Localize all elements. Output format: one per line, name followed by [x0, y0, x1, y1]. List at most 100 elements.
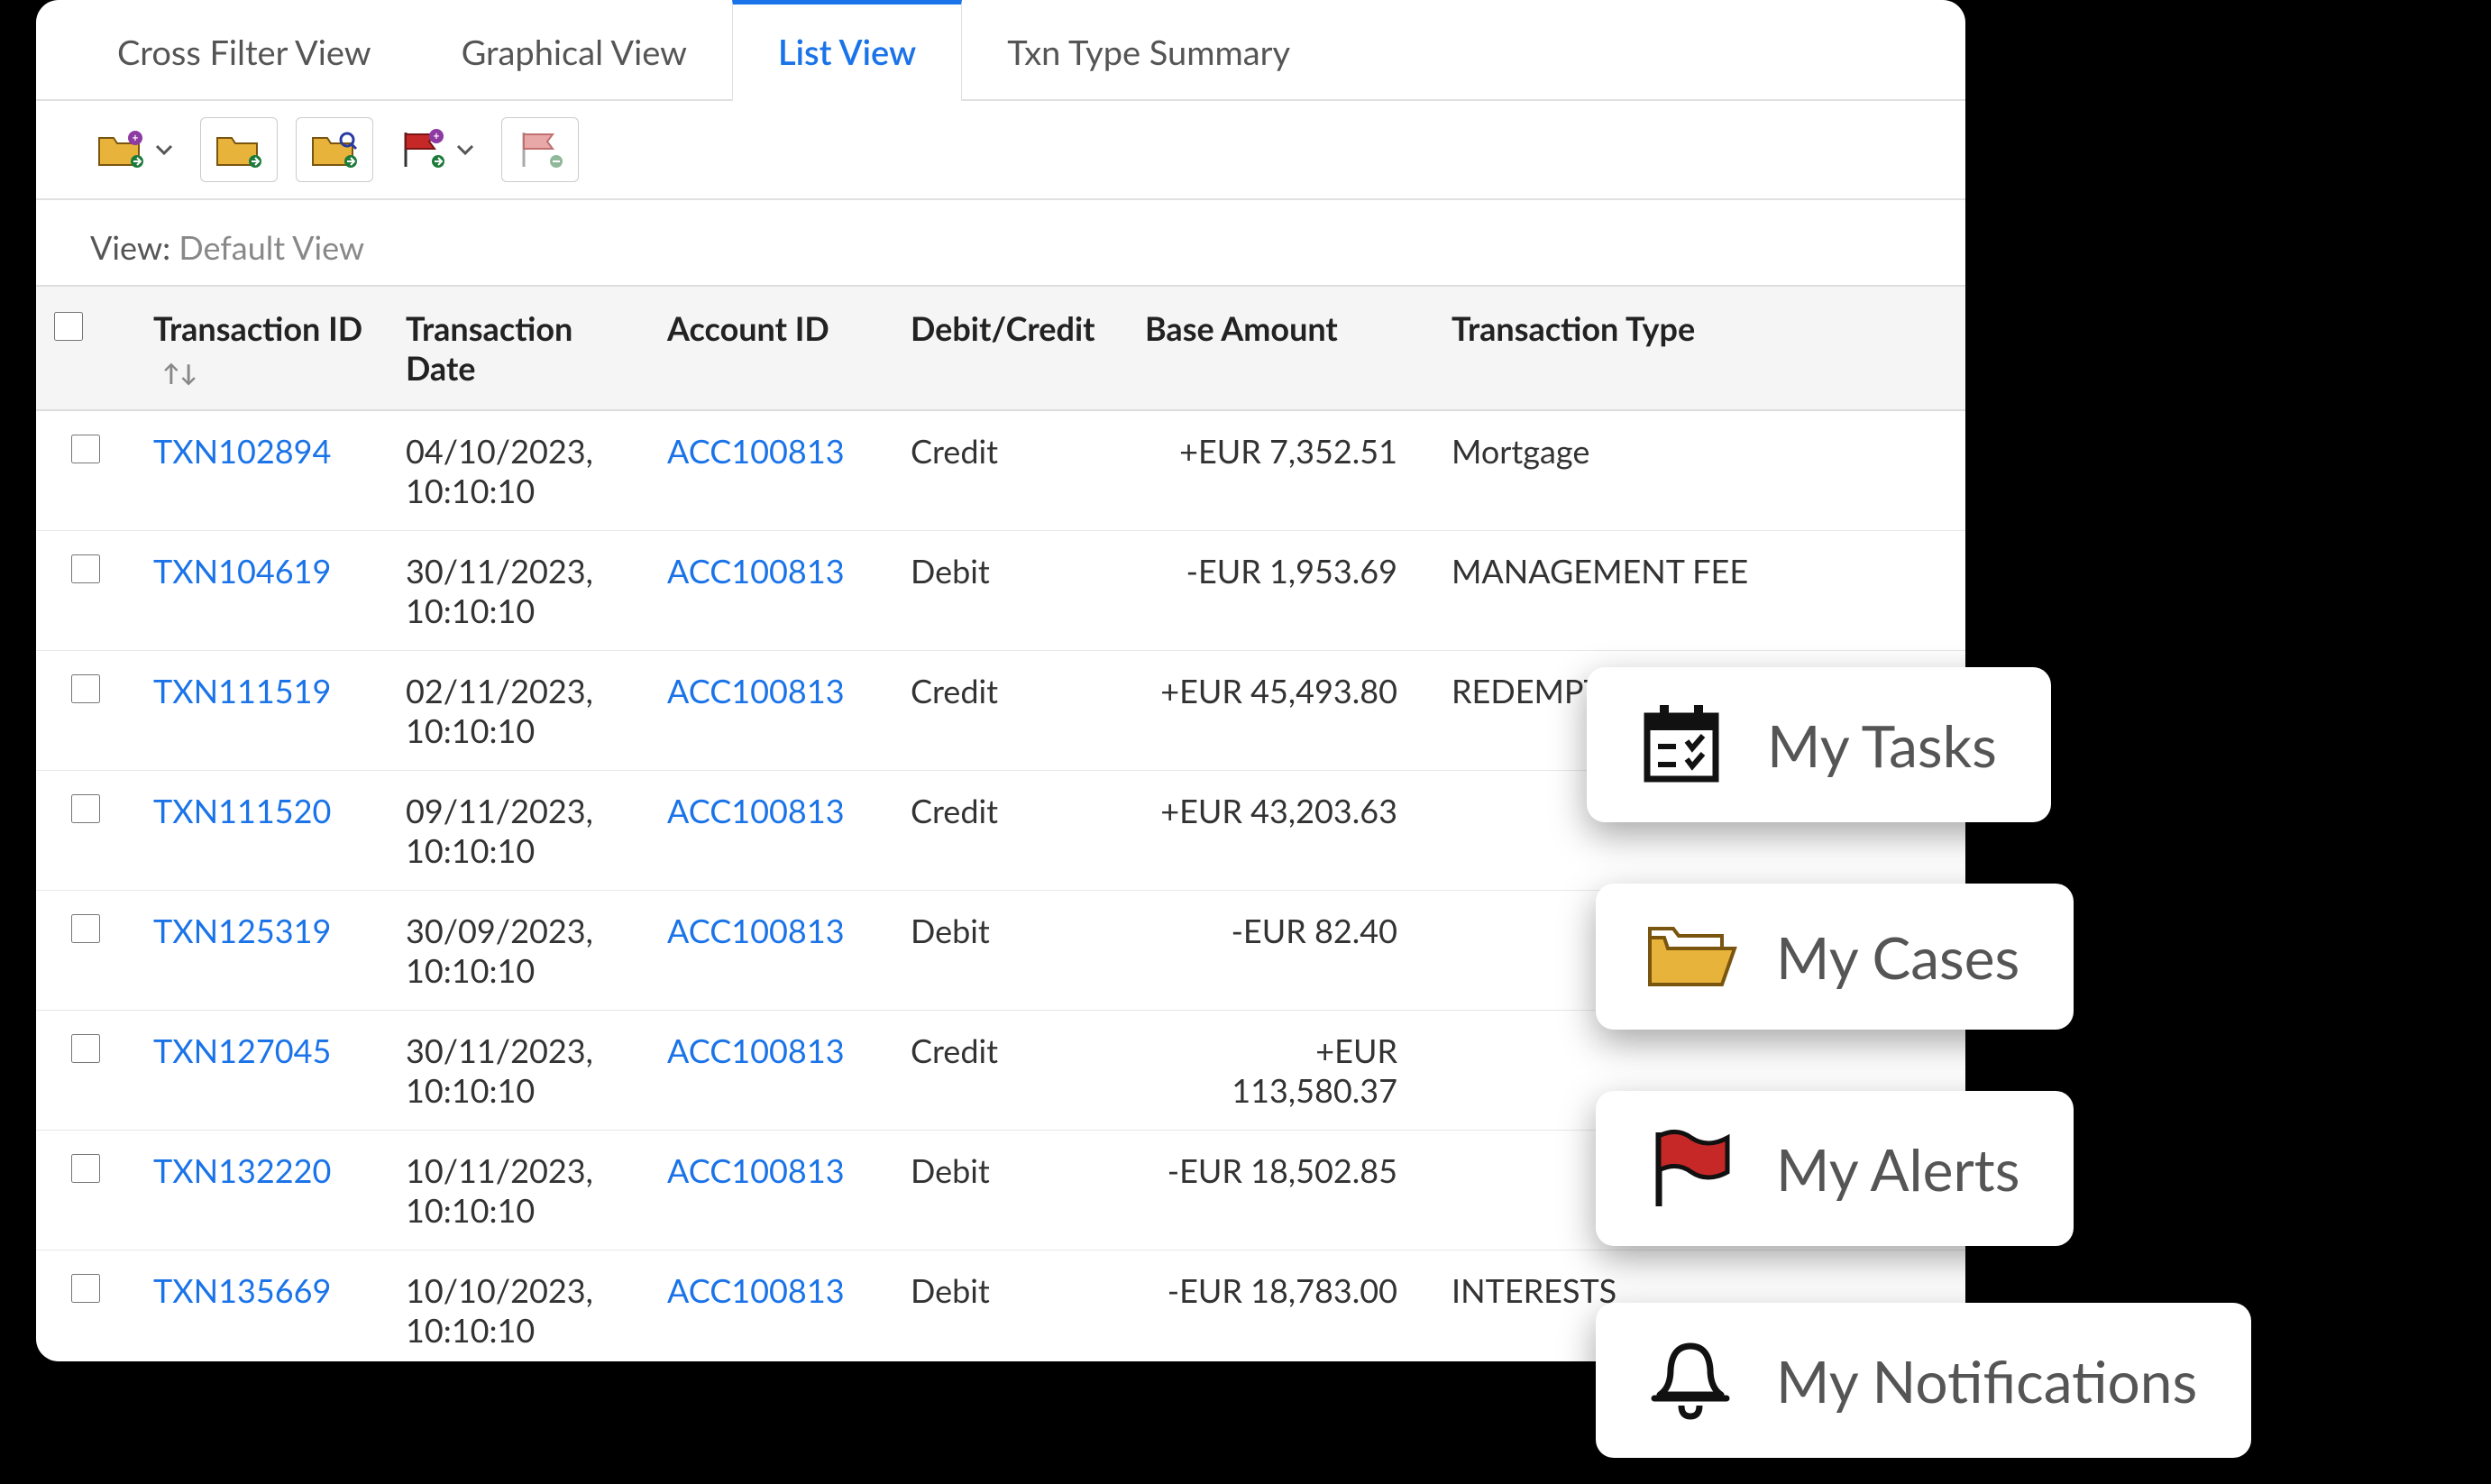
cell-account-id: ACC100813 [649, 891, 893, 1011]
cell-transaction-date: 04/10/2023, 10:10:10 [388, 410, 649, 531]
account-id-link[interactable]: ACC100813 [667, 551, 845, 591]
col-header-label: Transaction ID [153, 308, 362, 348]
tab-graphical-view[interactable]: Graphical View [417, 0, 732, 99]
transaction-id-link[interactable]: TXN125319 [153, 911, 331, 950]
cell-debit-credit: Debit [893, 1250, 1127, 1362]
col-header-transaction-id[interactable]: Transaction ID ↑↓ [135, 286, 388, 410]
card-my-cases[interactable]: My Cases [1596, 884, 2074, 1030]
tab-bar: Cross Filter View Graphical View List Vi… [36, 0, 1965, 101]
cell-debit-credit: Debit [893, 531, 1127, 651]
row-select-checkbox[interactable] [71, 435, 100, 463]
transaction-id-link[interactable]: TXN104619 [153, 551, 331, 591]
row-select-checkbox[interactable] [71, 1034, 100, 1063]
col-header-transaction-date[interactable]: Transaction Date [388, 286, 649, 410]
table-row: TXN10289404/10/2023, 10:10:10ACC100813Cr… [36, 410, 1965, 531]
cell-account-id: ACC100813 [649, 1011, 893, 1131]
row-select-checkbox[interactable] [71, 794, 100, 823]
col-header-debit-credit[interactable]: Debit/Credit [893, 286, 1127, 410]
cell-transaction-date: 30/09/2023, 10:10:10 [388, 891, 649, 1011]
row-select-checkbox[interactable] [71, 674, 100, 703]
card-label: My Tasks [1767, 710, 1997, 780]
tab-cross-filter-view[interactable]: Cross Filter View [72, 0, 417, 99]
card-my-tasks[interactable]: My Tasks [1587, 667, 2051, 822]
transaction-id-link[interactable]: TXN127045 [153, 1031, 331, 1070]
row-select-checkbox[interactable] [71, 1274, 100, 1303]
table-row: TXN104619 30/11/2023, 10:10:10 ACC100813 De… [36, 531, 1965, 651]
select-all-checkbox[interactable] [54, 312, 83, 341]
cell-transaction-id: TXN127045 [135, 1011, 388, 1131]
cell-account-id: ACC100813 [649, 1250, 893, 1362]
svg-text:+: + [133, 131, 139, 144]
cell-account-id: ACC100813 [649, 651, 893, 771]
account-id-link[interactable]: ACC100813 [667, 1270, 845, 1310]
cell-transaction-type: MANAGEMENT FEE [1433, 531, 1965, 651]
toolbar-flag-plus-button[interactable]: + [391, 117, 483, 182]
cell-account-id: ACC100813 [649, 771, 893, 891]
row-select-cell [36, 1011, 135, 1131]
folder-arrow-icon [215, 131, 262, 169]
flag-icon [1641, 1123, 1740, 1214]
folder-plus-icon: + [97, 131, 144, 169]
cell-base-amount: +EUR 113,580.37 [1127, 1011, 1433, 1131]
toolbar-folder-arrow-button[interactable] [200, 117, 278, 182]
cell-transaction-id: TXN125319 [135, 891, 388, 1011]
col-header-account-id[interactable]: Account ID [649, 286, 893, 410]
transaction-id-link[interactable]: TXN102894 [153, 431, 331, 471]
toolbar-flag-remove-button[interactable] [501, 117, 579, 182]
row-select-checkbox[interactable] [71, 1154, 100, 1183]
folder-search-icon [311, 131, 358, 169]
tab-list-view[interactable]: List View [732, 0, 962, 99]
tab-txn-type-summary[interactable]: Txn Type Summary [962, 0, 1335, 99]
tasks-calendar-icon [1632, 700, 1731, 790]
folder-open-icon [1641, 916, 1740, 997]
account-id-link[interactable]: ACC100813 [667, 671, 845, 710]
view-name: Default View [179, 227, 364, 267]
toolbar-folder-search-button[interactable] [296, 117, 373, 182]
chevron-down-icon [454, 139, 476, 160]
flag-remove-icon [517, 129, 563, 170]
account-id-link[interactable]: ACC100813 [667, 911, 845, 950]
cell-transaction-id: TXN102894 [135, 410, 388, 531]
cell-transaction-id: TXN135669 [135, 1250, 388, 1362]
account-id-link[interactable]: ACC100813 [667, 431, 845, 471]
cell-transaction-id: TXN111520 [135, 771, 388, 891]
cell-base-amount: +EUR 43,203.63 [1127, 771, 1433, 891]
account-id-link[interactable]: ACC100813 [667, 1150, 845, 1190]
account-id-link[interactable]: ACC100813 [667, 791, 845, 830]
cell-transaction-type: Mortgage [1433, 410, 1965, 531]
col-header-base-amount[interactable]: Base Amount [1127, 286, 1433, 410]
cell-debit-credit: Credit [893, 651, 1127, 771]
row-select-checkbox[interactable] [71, 914, 100, 943]
card-my-notifications[interactable]: My Notifications [1596, 1303, 2251, 1458]
transaction-id-link[interactable]: TXN135669 [153, 1270, 331, 1310]
transaction-id-link[interactable]: TXN111520 [153, 791, 331, 830]
row-select-cell [36, 1131, 135, 1250]
card-my-alerts[interactable]: My Alerts [1596, 1091, 2074, 1246]
cell-transaction-date: 10/10/2023, 10:10:10 [388, 1250, 649, 1362]
cell-base-amount: -EUR 1,953.69 [1127, 531, 1433, 651]
row-select-checkbox[interactable] [71, 554, 100, 583]
chevron-down-icon [153, 139, 175, 160]
col-header-select [36, 286, 135, 410]
cell-base-amount: +EUR 7,352.51 [1127, 410, 1433, 531]
transaction-id-link[interactable]: TXN132220 [153, 1150, 331, 1190]
card-label: My Alerts [1776, 1134, 2019, 1204]
account-id-link[interactable]: ACC100813 [667, 1031, 845, 1070]
view-label: View: Default View [36, 200, 1965, 285]
cell-transaction-date: 02/11/2023, 10:10:10 [388, 651, 649, 771]
bell-icon [1641, 1335, 1740, 1425]
view-prefix: View: [90, 227, 170, 267]
svg-text:+: + [434, 129, 440, 142]
row-select-cell [36, 651, 135, 771]
cell-base-amount: -EUR 18,502.85 [1127, 1131, 1433, 1250]
toolbar-new-folder-button[interactable]: + [90, 117, 182, 182]
row-select-cell [36, 771, 135, 891]
transaction-id-link[interactable]: TXN111519 [153, 671, 331, 710]
cell-account-id: ACC100813 [649, 1131, 893, 1250]
row-select-cell [36, 891, 135, 1011]
card-label: My Cases [1776, 922, 2019, 992]
cell-debit-credit: Debit [893, 891, 1127, 1011]
col-header-transaction-type[interactable]: Transaction Type [1433, 286, 1965, 410]
cell-transaction-date: 30/11/2023, 10:10:10 [388, 531, 649, 651]
cell-base-amount: -EUR 18,783.00 [1127, 1250, 1433, 1362]
